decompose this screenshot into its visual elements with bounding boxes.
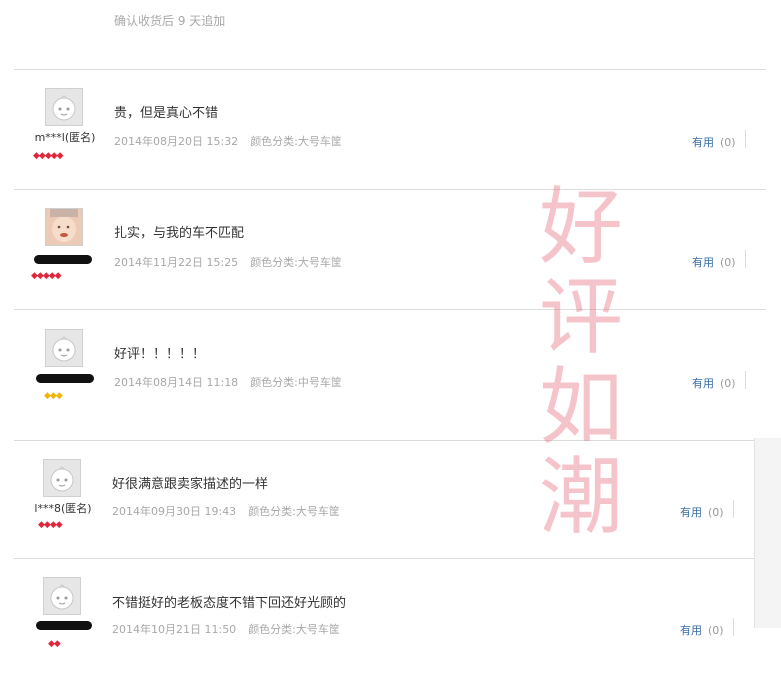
red-diamond-icon: ◆◆◆◆◆	[31, 271, 62, 281]
username[interactable]: m***l(匿名)	[20, 129, 110, 145]
useful-count: (0)	[720, 136, 736, 149]
review-meta: 2014年10月21日 11:50 颜色分类:大号车筐	[112, 621, 340, 637]
sku-variant: 颜色分类:中号车筐	[250, 376, 342, 389]
useful-button[interactable]: 有用	[692, 136, 714, 149]
buyer-credit-gems: ◆◆◆◆◆	[31, 271, 62, 281]
avatar[interactable]	[43, 459, 81, 497]
useful-count: (0)	[708, 624, 724, 637]
review-content: 好很满意跟卖家描述的一样	[112, 477, 269, 492]
useful-vote[interactable]: 有用 (0)	[680, 622, 724, 638]
avatar[interactable]	[45, 88, 83, 126]
appended-review-note: 确认收货后 9 天追加	[114, 14, 226, 28]
default-avatar-icon	[44, 460, 80, 496]
review-divider	[14, 440, 766, 441]
useful-button[interactable]: 有用	[692, 256, 714, 269]
useful-vote[interactable]: 有用 (0)	[692, 375, 736, 391]
review-date: 2014年08月14日 11:18	[114, 376, 239, 389]
vertical-separator	[745, 250, 746, 268]
review-content: 扎实，与我的车不匹配	[114, 226, 245, 241]
username[interactable]: l***8(匿名)	[18, 500, 108, 516]
useful-button[interactable]: 有用	[680, 624, 702, 637]
review-meta: 2014年11月22日 15:25 颜色分类:大号车筐	[114, 254, 342, 270]
avatar[interactable]	[45, 208, 83, 246]
buyer-credit-gems: ◆◆	[48, 639, 61, 649]
sku-variant: 颜色分类:大号车筐	[250, 256, 342, 269]
watermark-char: 如	[538, 358, 623, 456]
review-divider	[14, 189, 766, 190]
red-diamond-icon: ◆◆◆◆◆	[33, 151, 64, 161]
yellow-diamond-icon: ◆◆◆	[44, 391, 63, 401]
useful-button[interactable]: 有用	[692, 377, 714, 390]
vertical-separator	[745, 130, 746, 148]
baby-photo-avatar-icon	[46, 209, 82, 245]
sku-variant: 颜色分类:大号车筐	[248, 623, 340, 636]
avatar[interactable]	[45, 329, 83, 367]
red-diamond-icon: ◆◆◆◆	[38, 520, 63, 530]
scrollbar-track[interactable]	[754, 438, 781, 628]
watermark-overlay: 好 评 如 潮	[533, 182, 629, 542]
review-divider	[14, 558, 754, 559]
review-content: 贵，但是真心不错	[114, 106, 219, 121]
buyer-credit-gems: ◆◆◆	[44, 391, 63, 401]
review-content: 不错挺好的老板态度不错下回还好光顾的	[112, 596, 347, 611]
review-meta: 2014年09月30日 19:43 颜色分类:大号车筐	[112, 503, 340, 519]
buyer-credit-gems: ◆◆◆◆	[38, 520, 63, 530]
sku-variant: 颜色分类:大号车筐	[250, 135, 342, 148]
useful-vote[interactable]: 有用 (0)	[680, 504, 724, 520]
useful-count: (0)	[720, 256, 736, 269]
red-diamond-icon: ◆◆	[48, 639, 61, 649]
useful-vote[interactable]: 有用 (0)	[692, 254, 736, 270]
avatar[interactable]	[43, 577, 81, 615]
useful-count: (0)	[708, 506, 724, 519]
username-redacted	[36, 374, 94, 383]
review-divider	[14, 309, 766, 310]
review-content: 好评！！！！！	[114, 347, 206, 362]
username-redacted	[34, 255, 92, 264]
watermark-char: 好	[538, 178, 623, 276]
vertical-separator	[745, 371, 746, 389]
useful-count: (0)	[720, 377, 736, 390]
default-avatar-icon	[46, 89, 82, 125]
buyer-credit-gems: ◆◆◆◆◆	[33, 151, 64, 161]
username-redacted	[36, 621, 92, 630]
watermark-char: 潮	[538, 448, 623, 546]
review-divider	[14, 69, 766, 70]
review-date: 2014年11月22日 15:25	[114, 256, 239, 269]
useful-vote[interactable]: 有用 (0)	[692, 134, 736, 150]
review-date: 2014年08月20日 15:32	[114, 135, 239, 148]
vertical-separator	[733, 500, 734, 518]
default-avatar-icon	[46, 330, 82, 366]
review-meta: 2014年08月14日 11:18 颜色分类:中号车筐	[114, 374, 342, 390]
review-date: 2014年09月30日 19:43	[112, 505, 237, 518]
review-meta: 2014年08月20日 15:32 颜色分类:大号车筐	[114, 133, 342, 149]
sku-variant: 颜色分类:大号车筐	[248, 505, 340, 518]
review-date: 2014年10月21日 11:50	[112, 623, 237, 636]
vertical-separator	[733, 618, 734, 636]
useful-button[interactable]: 有用	[680, 506, 702, 519]
watermark-char: 评	[538, 268, 623, 366]
default-avatar-icon	[44, 578, 80, 614]
